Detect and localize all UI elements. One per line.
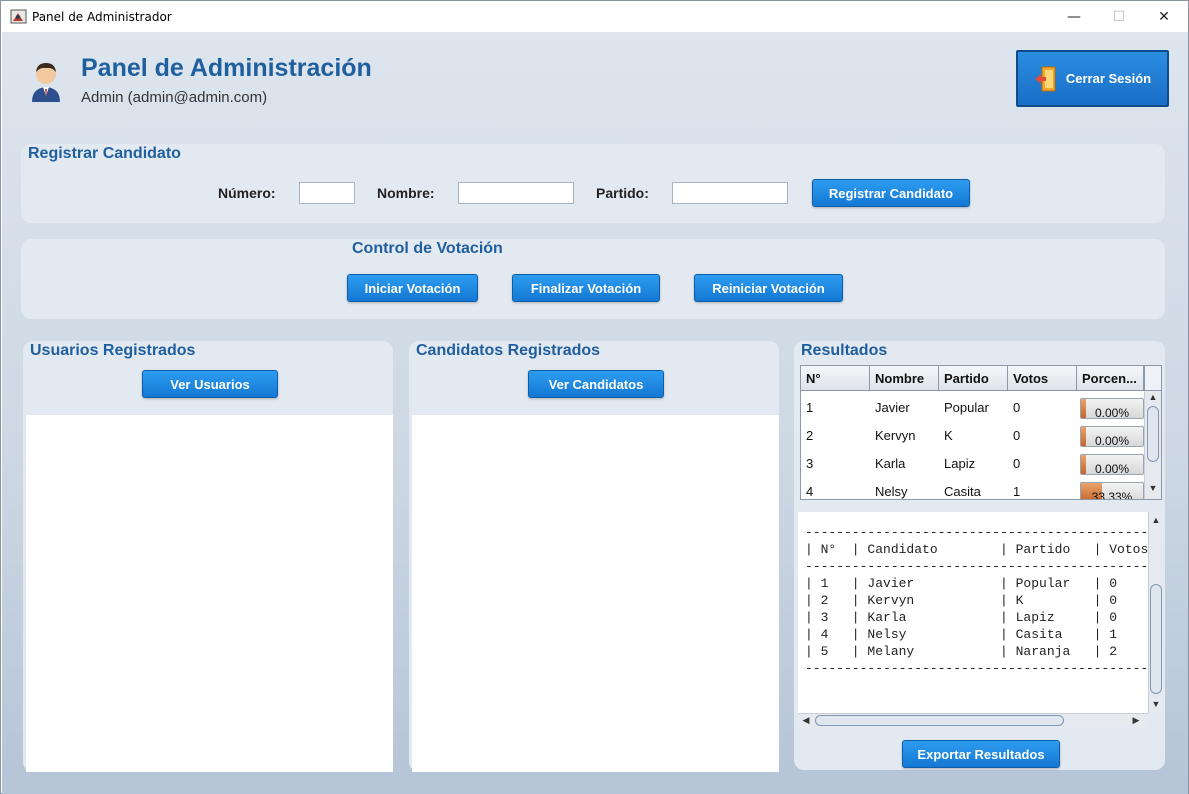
- percentage-progress-bar: 0.00%: [1080, 454, 1144, 475]
- results-panel-title: Resultados: [801, 342, 888, 359]
- cell-partido: Casita: [944, 484, 981, 499]
- cell-n: 1: [806, 400, 814, 415]
- minimize-button[interactable]: —: [1051, 1, 1097, 32]
- cell-n: 3: [806, 456, 814, 471]
- cell-partido: Popular: [944, 400, 989, 415]
- candidates-panel: Candidatos Registrados Ver Candidatos: [409, 341, 779, 772]
- cell-votos: 1: [1013, 484, 1021, 499]
- voting-control-panel: Control de Votación Iniciar Votación Fin…: [21, 239, 1165, 319]
- progress-fill: [1081, 455, 1086, 474]
- finish-voting-button[interactable]: Finalizar Votación: [512, 274, 660, 302]
- admin-identity: Admin (admin@admin.com): [81, 89, 268, 106]
- nombre-label: Nombre:: [377, 185, 435, 201]
- partido-label: Partido:: [596, 185, 649, 201]
- percentage-progress-bar: 33.33%: [1080, 482, 1144, 500]
- report-vertical-scrollbar[interactable]: ▲ ▼: [1148, 512, 1163, 713]
- table-row[interactable]: 4 Nelsy Casita 1 33.33%: [801, 478, 1144, 500]
- progress-fill: [1081, 399, 1086, 418]
- cell-n: 2: [806, 428, 814, 443]
- table-corner: [1144, 366, 1161, 391]
- scroll-thumb[interactable]: [1147, 406, 1159, 462]
- export-results-button[interactable]: Exportar Resultados: [902, 740, 1060, 768]
- col-header-partido[interactable]: Partido: [939, 366, 1008, 390]
- results-table-scrollbar[interactable]: ▲ ▼: [1144, 391, 1161, 499]
- view-users-button[interactable]: Ver Usuarios: [142, 370, 278, 398]
- scroll-up-icon[interactable]: ▲: [1146, 392, 1160, 402]
- candidates-panel-title: Candidatos Registrados: [416, 342, 601, 359]
- users-list: [26, 415, 393, 772]
- report-vscroll-thumb[interactable]: [1150, 584, 1162, 694]
- numero-input[interactable]: [299, 182, 355, 204]
- title-bar: Panel de Administrador — ☐ ✕: [1, 1, 1188, 32]
- percentage-progress-bar: 0.00%: [1080, 426, 1144, 447]
- report-scroll-right-icon[interactable]: ▶: [1129, 715, 1143, 726]
- cell-nombre: Kervyn: [875, 428, 916, 443]
- users-panel: Usuarios Registrados Ver Usuarios: [23, 341, 393, 772]
- window-title: Panel de Administrador: [32, 10, 172, 24]
- percentage-label: 0.00%: [1094, 434, 1130, 447]
- register-candidate-button[interactable]: Registrar Candidato: [812, 179, 970, 207]
- results-report-text: ----------------------------------------…: [805, 525, 1148, 676]
- cell-nombre: Karla: [875, 456, 906, 471]
- cell-n: 4: [806, 484, 814, 499]
- col-header-n[interactable]: N°: [801, 366, 870, 390]
- col-header-nombre[interactable]: Nombre: [870, 366, 939, 390]
- cell-votos: 0: [1013, 400, 1021, 415]
- col-header-votos[interactable]: Votos: [1008, 366, 1077, 390]
- view-candidates-button[interactable]: Ver Candidatos: [528, 370, 664, 398]
- report-scroll-down-icon[interactable]: ▼: [1149, 699, 1163, 709]
- report-hscroll-thumb[interactable]: [815, 715, 1064, 726]
- report-horizontal-scrollbar[interactable]: ◀ ▶: [798, 713, 1148, 727]
- register-candidate-panel: Registrar Candidato Número: Nombre: Part…: [21, 144, 1165, 223]
- user-avatar-icon: [32, 63, 60, 102]
- results-table[interactable]: N° Nombre Partido Votos Porcen... 1 Javie…: [800, 365, 1162, 500]
- percentage-label: 0.00%: [1094, 406, 1130, 419]
- nombre-input[interactable]: [458, 182, 574, 204]
- java-app-icon: [10, 9, 27, 24]
- partido-input[interactable]: [672, 182, 788, 204]
- report-scroll-up-icon[interactable]: ▲: [1149, 515, 1163, 525]
- users-panel-title: Usuarios Registrados: [30, 342, 196, 359]
- register-panel-title: Registrar Candidato: [28, 145, 181, 162]
- start-voting-button[interactable]: Iniciar Votación: [347, 274, 478, 302]
- logout-label: Cerrar Sesión: [1065, 71, 1152, 86]
- page-title: Panel de Administración: [81, 54, 372, 82]
- cell-nombre: Nelsy: [875, 484, 908, 499]
- reset-voting-button[interactable]: Reiniciar Votación: [694, 274, 843, 302]
- numero-label: Número:: [218, 185, 276, 201]
- percentage-label: 33.33%: [1091, 490, 1133, 500]
- voting-panel-title: Control de Votación: [352, 240, 503, 257]
- percentage-label: 0.00%: [1094, 462, 1130, 475]
- cell-nombre: Javier: [875, 400, 910, 415]
- results-table-header: N° Nombre Partido Votos Porcen...: [801, 366, 1144, 391]
- app-window: Panel de Administrador — ☐ ✕ Panel de Ad…: [0, 0, 1189, 794]
- results-report-textarea[interactable]: ----------------------------------------…: [798, 512, 1148, 713]
- close-button[interactable]: ✕: [1141, 1, 1187, 32]
- report-scroll-left-icon[interactable]: ◀: [799, 715, 813, 726]
- logout-button[interactable]: Cerrar Sesión: [1016, 50, 1169, 107]
- maximize-button[interactable]: ☐: [1096, 1, 1142, 32]
- progress-fill: [1081, 427, 1086, 446]
- table-row[interactable]: 1 Javier Popular 0 0.00%: [801, 394, 1144, 422]
- cell-votos: 0: [1013, 428, 1021, 443]
- scroll-down-icon[interactable]: ▼: [1146, 483, 1160, 493]
- table-row[interactable]: 2 Kervyn K 0 0.00%: [801, 422, 1144, 450]
- cell-partido: Lapiz: [944, 456, 976, 471]
- candidates-list: [412, 415, 779, 772]
- col-header-porcentaje[interactable]: Porcen...: [1077, 366, 1144, 390]
- table-row[interactable]: 3 Karla Lapiz 0 0.00%: [801, 450, 1144, 478]
- exit-door-icon: [1034, 66, 1056, 91]
- percentage-progress-bar: 0.00%: [1080, 398, 1144, 419]
- cell-partido: K: [944, 428, 953, 443]
- cell-votos: 0: [1013, 456, 1021, 471]
